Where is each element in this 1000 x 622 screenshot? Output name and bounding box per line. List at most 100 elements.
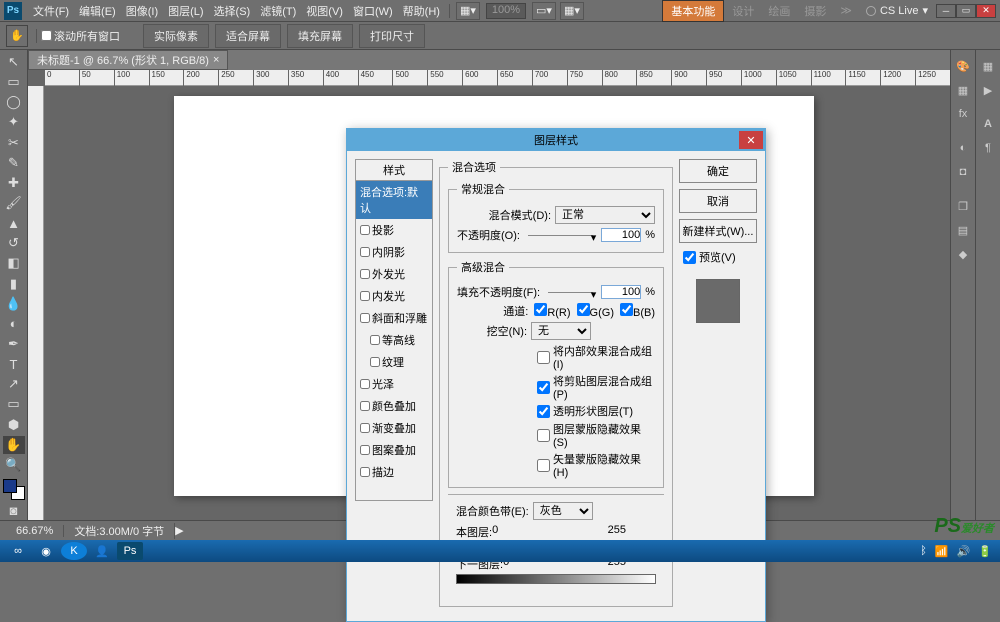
shape-tool[interactable]: ▭ bbox=[3, 395, 25, 413]
tray-volume-icon[interactable]: 🔊 bbox=[957, 545, 971, 558]
vector-mask-hides-checkbox[interactable] bbox=[537, 459, 550, 472]
style-pattern-overlay[interactable]: 图案叠加 bbox=[356, 439, 432, 461]
cancel-button[interactable]: 取消 bbox=[679, 189, 757, 213]
fill-opacity-input[interactable] bbox=[601, 285, 641, 299]
channels-panel-icon[interactable]: ▤ bbox=[953, 220, 973, 240]
brush-tool[interactable]: 🖌 bbox=[3, 194, 25, 212]
blend-if-select[interactable]: 灰色 bbox=[533, 502, 593, 520]
style-bevel[interactable]: 斜面和浮雕 bbox=[356, 307, 432, 329]
current-tool-icon[interactable]: ✋ bbox=[6, 25, 28, 47]
tray-network-icon[interactable]: 📶 bbox=[935, 545, 949, 558]
foreground-color[interactable] bbox=[3, 479, 17, 493]
color-swatches[interactable] bbox=[3, 479, 25, 500]
fit-screen-button[interactable]: 适合屏幕 bbox=[215, 24, 281, 48]
taskbar-photoshop[interactable]: Ps bbox=[117, 542, 143, 560]
style-drop-shadow[interactable]: 投影 bbox=[356, 219, 432, 241]
styles-panel-icon[interactable]: fx bbox=[953, 104, 973, 124]
blur-tool[interactable]: 💧 bbox=[3, 295, 25, 313]
paragraph-panel-icon[interactable]: ¶ bbox=[978, 138, 998, 158]
taskbar-chrome[interactable]: ◉ bbox=[33, 542, 59, 560]
layer-mask-hides-checkbox[interactable] bbox=[537, 429, 550, 442]
workspace-more[interactable]: ≫ bbox=[834, 2, 858, 19]
fill-screen-button[interactable]: 填充屏幕 bbox=[287, 24, 353, 48]
underlying-layer-slider[interactable] bbox=[456, 574, 656, 584]
adjustments-panel-icon[interactable]: ◐ bbox=[953, 138, 973, 158]
tray-battery-icon[interactable]: 🔋 bbox=[978, 545, 992, 558]
style-satin[interactable]: 光泽 bbox=[356, 373, 432, 395]
window-close[interactable]: ✕ bbox=[976, 4, 996, 18]
new-style-button[interactable]: 新建样式(W)... bbox=[679, 219, 757, 243]
history-panel-icon[interactable]: ▦ bbox=[978, 56, 998, 76]
workspace-design[interactable]: 设计 bbox=[726, 1, 760, 21]
history-brush-tool[interactable]: ↺ bbox=[3, 234, 25, 252]
document-tab[interactable]: 未标题-1 @ 66.7% (形状 1, RGB/8)× bbox=[28, 50, 228, 70]
status-arrow-icon[interactable]: ▶ bbox=[175, 524, 183, 537]
channel-b-checkbox[interactable]: B(B) bbox=[620, 303, 655, 319]
menu-edit[interactable]: 编辑(E) bbox=[74, 0, 121, 22]
zoom-input[interactable]: 100% bbox=[486, 3, 526, 19]
hand-tool[interactable]: ✋ bbox=[3, 436, 25, 454]
style-inner-glow[interactable]: 内发光 bbox=[356, 285, 432, 307]
style-contour[interactable]: 等高线 bbox=[356, 329, 432, 351]
actual-pixels-button[interactable]: 实际像素 bbox=[143, 24, 209, 48]
extras-dropdown[interactable]: ▦▾ bbox=[560, 2, 584, 20]
menu-help[interactable]: 帮助(H) bbox=[398, 0, 445, 22]
style-gradient-overlay[interactable]: 渐变叠加 bbox=[356, 417, 432, 439]
arrange-dropdown[interactable]: ▦▾ bbox=[456, 2, 480, 20]
menu-image[interactable]: 图像(I) bbox=[121, 0, 163, 22]
actions-panel-icon[interactable]: ▶ bbox=[978, 80, 998, 100]
cslive-button[interactable]: CS Live▾ bbox=[860, 4, 934, 17]
channel-r-checkbox[interactable]: R(R) bbox=[534, 303, 570, 319]
scroll-all-checkbox[interactable]: 滚动所有窗口 bbox=[41, 28, 120, 44]
move-tool[interactable]: ↖ bbox=[3, 53, 25, 71]
preview-checkbox[interactable]: 预览(V) bbox=[679, 249, 757, 265]
transparency-shapes-checkbox[interactable] bbox=[537, 405, 550, 418]
window-maximize[interactable]: ▭ bbox=[956, 4, 976, 18]
menu-file[interactable]: 文件(F) bbox=[28, 0, 74, 22]
color-panel-icon[interactable]: 🎨 bbox=[953, 56, 973, 76]
style-texture[interactable]: 纹理 bbox=[356, 351, 432, 373]
workspace-painting[interactable]: 绘画 bbox=[762, 1, 796, 21]
gradient-tool[interactable]: ▮ bbox=[3, 275, 25, 293]
menu-select[interactable]: 选择(S) bbox=[209, 0, 256, 22]
taskbar-kugou[interactable]: K bbox=[61, 542, 87, 560]
status-doc-size[interactable]: 文档:3.00M/0 字节 bbox=[64, 523, 175, 539]
menu-layer[interactable]: 图层(L) bbox=[163, 0, 208, 22]
stamp-tool[interactable]: ▲ bbox=[3, 214, 25, 232]
swatches-panel-icon[interactable]: ▦ bbox=[953, 80, 973, 100]
print-size-button[interactable]: 打印尺寸 bbox=[359, 24, 425, 48]
marquee-tool[interactable]: ▭ bbox=[3, 73, 25, 91]
eyedropper-tool[interactable]: ✎ bbox=[3, 154, 25, 172]
dialog-title-bar[interactable]: 图层样式 ✕ bbox=[347, 129, 765, 151]
workspace-photography[interactable]: 摄影 bbox=[798, 1, 832, 21]
character-panel-icon[interactable]: A bbox=[978, 114, 998, 134]
type-tool[interactable]: T bbox=[3, 355, 25, 373]
tray-bluetooth-icon[interactable]: ᛒ bbox=[920, 545, 927, 557]
menu-view[interactable]: 视图(V) bbox=[301, 0, 348, 22]
style-stroke[interactable]: 描边 bbox=[356, 461, 432, 483]
zoom-tool[interactable]: 🔍 bbox=[3, 456, 25, 474]
pen-tool[interactable]: ✒ bbox=[3, 335, 25, 353]
style-blending-options[interactable]: 混合选项:默认 bbox=[356, 181, 432, 219]
style-outer-glow[interactable]: 外发光 bbox=[356, 263, 432, 285]
window-minimize[interactable]: ─ bbox=[936, 4, 956, 18]
menu-window[interactable]: 窗口(W) bbox=[348, 0, 398, 22]
masks-panel-icon[interactable]: ◘ bbox=[953, 162, 973, 182]
quickmask-tool[interactable]: ◙ bbox=[3, 501, 25, 519]
path-tool[interactable]: ↗ bbox=[3, 375, 25, 393]
screen-mode-dropdown[interactable]: ▭▾ bbox=[532, 2, 556, 20]
lasso-tool[interactable]: ◯ bbox=[3, 93, 25, 111]
taskbar-app-4[interactable]: 👤 bbox=[89, 542, 115, 560]
channel-g-checkbox[interactable]: G(G) bbox=[577, 303, 614, 319]
workspace-essentials[interactable]: 基本功能 bbox=[662, 0, 724, 22]
tab-close-icon[interactable]: × bbox=[213, 54, 219, 66]
taskbar-app-1[interactable]: ∞ bbox=[5, 542, 31, 560]
layers-panel-icon[interactable]: ❐ bbox=[953, 196, 973, 216]
status-zoom[interactable]: 66.67% bbox=[6, 525, 64, 537]
dodge-tool[interactable]: ◐ bbox=[3, 315, 25, 333]
blend-mode-select[interactable]: 正常 bbox=[555, 206, 655, 224]
healing-tool[interactable]: ✚ bbox=[3, 174, 25, 192]
knockout-select[interactable]: 无 bbox=[531, 322, 591, 340]
menu-filter[interactable]: 滤镜(T) bbox=[255, 0, 301, 22]
ok-button[interactable]: 确定 bbox=[679, 159, 757, 183]
